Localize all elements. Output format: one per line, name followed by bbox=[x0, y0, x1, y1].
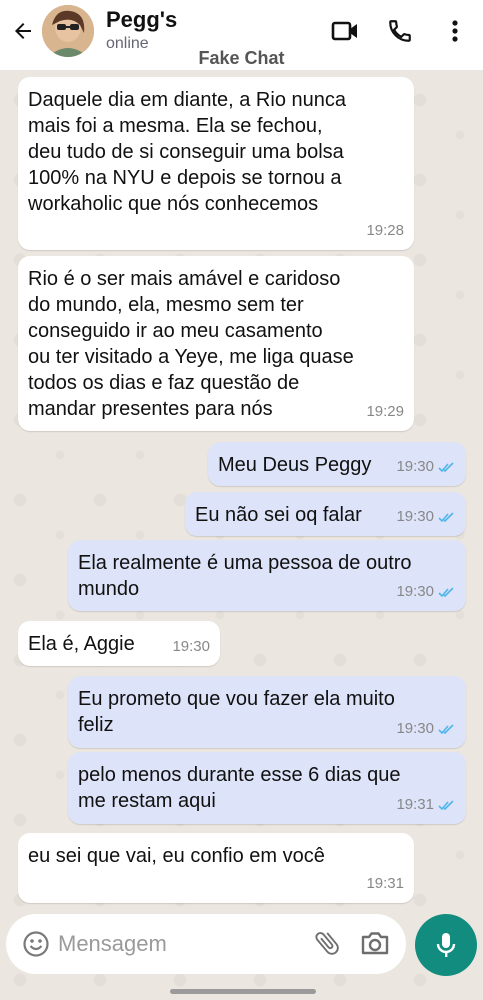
message-bubble-incoming[interactable]: Ela é, Aggie 19:30 bbox=[18, 621, 220, 666]
message-text: Ela é, Aggie bbox=[28, 633, 135, 655]
camera-icon[interactable] bbox=[360, 929, 390, 959]
message-bubble-outgoing[interactable]: Ela realmente é uma pessoa de outro mund… bbox=[68, 540, 466, 611]
message-text: Daquele dia em diante, a Rio nunca mais … bbox=[28, 89, 346, 215]
message-bubble-outgoing[interactable]: Meu Deus Peggy 19:30 bbox=[208, 442, 466, 486]
message-bubble-incoming[interactable]: eu sei que vai, eu confio em você 19:31 bbox=[18, 833, 414, 903]
message-composer bbox=[6, 914, 406, 974]
message-time: 19:31 bbox=[396, 796, 434, 813]
message-text: Ela realmente é uma pessoa de outro mund… bbox=[78, 552, 412, 600]
message-meta: 19:30 bbox=[172, 634, 210, 660]
phone-icon[interactable] bbox=[385, 16, 415, 46]
message-meta: 19:30 bbox=[396, 579, 456, 605]
message-time: 19:30 bbox=[396, 508, 434, 525]
message-meta: 19:29 bbox=[366, 399, 404, 425]
microphone-button[interactable] bbox=[415, 914, 477, 976]
emoji-icon[interactable] bbox=[22, 930, 50, 958]
message-text: Eu prometo que vou fazer ela muito feliz bbox=[78, 688, 395, 736]
read-ticks-icon bbox=[438, 461, 454, 472]
message-text: eu sei que vai, eu confio em você bbox=[28, 845, 325, 867]
read-ticks-icon bbox=[438, 799, 454, 810]
attach-icon[interactable] bbox=[312, 928, 342, 958]
message-meta: 19:31 bbox=[366, 871, 404, 897]
video-call-icon[interactable] bbox=[330, 16, 360, 46]
message-text: pelo menos durante esse 6 dias que me re… bbox=[78, 764, 401, 812]
back-arrow-icon[interactable] bbox=[8, 16, 38, 46]
message-bubble-outgoing[interactable]: Eu prometo que vou fazer ela muito feliz… bbox=[68, 676, 466, 748]
message-bubble-incoming[interactable]: Rio é o ser mais amável e caridoso do mu… bbox=[18, 256, 414, 431]
message-meta: 19:30 bbox=[396, 504, 456, 530]
read-ticks-icon bbox=[438, 511, 454, 522]
message-time: 19:29 bbox=[366, 403, 404, 420]
message-time: 19:30 bbox=[172, 638, 210, 655]
message-bubble-incoming[interactable]: Daquele dia em diante, a Rio nunca mais … bbox=[18, 77, 414, 250]
message-text: Rio é o ser mais amável e caridoso do mu… bbox=[28, 268, 354, 420]
message-time: 19:31 bbox=[366, 875, 404, 892]
read-ticks-icon bbox=[438, 586, 454, 597]
message-text: Meu Deus Peggy bbox=[218, 454, 372, 476]
message-bubble-outgoing[interactable]: Eu não sei oq falar 19:30 bbox=[185, 492, 466, 536]
message-meta: 19:31 bbox=[396, 792, 456, 818]
contact-name[interactable]: Pegg's bbox=[106, 7, 177, 33]
chat-header: Pegg's online Fake Chat bbox=[0, 0, 483, 70]
read-ticks-icon bbox=[438, 723, 454, 734]
watermark: Fake Chat bbox=[198, 48, 285, 68]
message-bubble-outgoing[interactable]: pelo menos durante esse 6 dias que me re… bbox=[68, 752, 466, 824]
message-text: Eu não sei oq falar bbox=[195, 504, 362, 526]
message-time: 19:28 bbox=[366, 222, 404, 239]
message-time: 19:30 bbox=[396, 458, 434, 475]
message-time: 19:30 bbox=[396, 583, 434, 600]
more-options-icon[interactable] bbox=[440, 16, 470, 46]
message-meta: 19:30 bbox=[396, 716, 456, 742]
home-indicator[interactable] bbox=[170, 989, 316, 994]
microphone-icon bbox=[436, 933, 456, 957]
message-meta: 19:30 bbox=[396, 454, 456, 480]
message-meta: 19:28 bbox=[366, 218, 404, 244]
message-input[interactable] bbox=[58, 930, 258, 958]
message-time: 19:30 bbox=[396, 720, 434, 737]
